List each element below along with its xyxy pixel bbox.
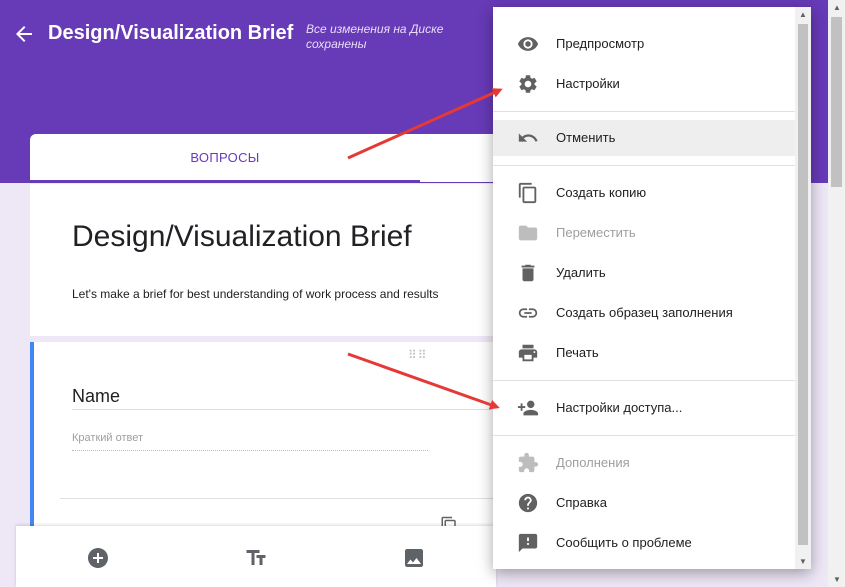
tab-bar: ВОПРОСЫ bbox=[30, 134, 500, 182]
tab-questions-label: ВОПРОСЫ bbox=[190, 150, 260, 165]
menu-item-label: Создать копию bbox=[556, 185, 647, 200]
more-options-menu: Предпросмотр Настройки Отменить Создать … bbox=[493, 7, 811, 569]
menu-divider bbox=[493, 111, 795, 112]
help-icon bbox=[518, 493, 538, 513]
undo-icon bbox=[518, 133, 538, 142]
scroll-down-arrow-icon[interactable]: ▼ bbox=[833, 575, 841, 584]
menu-item-move: Переместить bbox=[493, 215, 795, 251]
menu-item-delete[interactable]: Удалить bbox=[493, 255, 795, 291]
folder-icon bbox=[518, 225, 538, 241]
trash-icon bbox=[521, 264, 535, 282]
menu-item-addons: Дополнения bbox=[493, 445, 795, 481]
menu-item-settings[interactable]: Настройки bbox=[493, 66, 795, 102]
menu-item-label: Сообщить о проблеме bbox=[556, 535, 692, 550]
menu-divider bbox=[493, 380, 795, 381]
save-status: Все изменения на Диске сохранены bbox=[306, 22, 444, 51]
copy-icon bbox=[518, 182, 537, 204]
menu-item-label: Настройки доступа... bbox=[556, 400, 683, 415]
add-people-icon bbox=[517, 400, 539, 416]
menu-item-prefilled-link[interactable]: Создать образец заполнения bbox=[493, 295, 795, 331]
image-icon[interactable] bbox=[402, 546, 426, 570]
answer-dotted-line bbox=[72, 450, 428, 451]
menu-item-label: Справка bbox=[556, 495, 607, 510]
text-format-icon[interactable] bbox=[244, 546, 268, 570]
question-title[interactable]: Name bbox=[72, 386, 120, 407]
question-title-underline bbox=[72, 409, 492, 410]
menu-item-report-problem[interactable]: Сообщить о проблеме bbox=[493, 525, 795, 561]
menu-scrollbar[interactable]: ▲ ▼ bbox=[795, 7, 811, 569]
form-description[interactable]: Let's make a brief for best understandin… bbox=[72, 287, 438, 301]
menu-item-label: Предпросмотр bbox=[556, 36, 645, 51]
puzzle-icon bbox=[518, 452, 539, 473]
menu-scroll-down-icon[interactable]: ▼ bbox=[799, 557, 807, 566]
link-icon bbox=[518, 308, 538, 318]
gear-icon bbox=[519, 75, 537, 93]
menu-scroll-up-icon[interactable]: ▲ bbox=[799, 10, 807, 19]
menu-item-label: Удалить bbox=[556, 265, 606, 280]
tab-active-indicator bbox=[30, 180, 420, 182]
form-title[interactable]: Design/Visualization Brief bbox=[72, 220, 412, 254]
question-card[interactable]: ⠿⠿ Name Краткий ответ bbox=[30, 342, 500, 534]
menu-item-label: Дополнения bbox=[556, 455, 630, 470]
menu-divider bbox=[493, 435, 795, 436]
back-arrow-icon[interactable] bbox=[12, 22, 36, 46]
menu-scrollbar-thumb[interactable] bbox=[798, 24, 808, 545]
menu-item-preview[interactable]: Предпросмотр bbox=[493, 26, 795, 62]
active-card-accent bbox=[30, 342, 34, 532]
menu-item-label: Создать образец заполнения bbox=[556, 305, 733, 320]
menu-item-make-copy[interactable]: Создать копию bbox=[493, 175, 795, 211]
menu-item-sharing-settings[interactable]: Настройки доступа... bbox=[493, 390, 795, 426]
floating-toolbar bbox=[16, 526, 496, 587]
tab-questions[interactable]: ВОПРОСЫ bbox=[30, 134, 420, 182]
answer-placeholder: Краткий ответ bbox=[72, 432, 144, 444]
menu-item-label: Отменить bbox=[556, 130, 616, 145]
eye-icon bbox=[517, 37, 539, 51]
page-scrollbar-thumb[interactable] bbox=[831, 17, 842, 187]
menu-item-label: Переместить bbox=[556, 225, 636, 240]
feedback-icon bbox=[518, 533, 538, 553]
menu-divider bbox=[493, 165, 795, 166]
form-title-card[interactable]: Design/Visualization Brief Let's make a … bbox=[30, 184, 500, 336]
menu-item-help[interactable]: Справка bbox=[493, 485, 795, 521]
menu-item-print[interactable]: Печать bbox=[493, 335, 795, 371]
menu-item-undo[interactable]: Отменить bbox=[493, 120, 795, 156]
print-icon bbox=[518, 344, 538, 362]
menu-item-label: Настройки bbox=[556, 76, 620, 91]
drag-handle-icon[interactable]: ⠿⠿ bbox=[408, 348, 428, 362]
menu-item-label: Печать bbox=[556, 345, 599, 360]
card-divider bbox=[60, 498, 500, 499]
scroll-up-arrow-icon[interactable]: ▲ bbox=[833, 3, 841, 12]
add-circle-icon[interactable] bbox=[86, 546, 110, 570]
page-scrollbar[interactable]: ▲ ▼ bbox=[828, 0, 845, 587]
document-title[interactable]: Design/Visualization Brief bbox=[48, 22, 293, 45]
